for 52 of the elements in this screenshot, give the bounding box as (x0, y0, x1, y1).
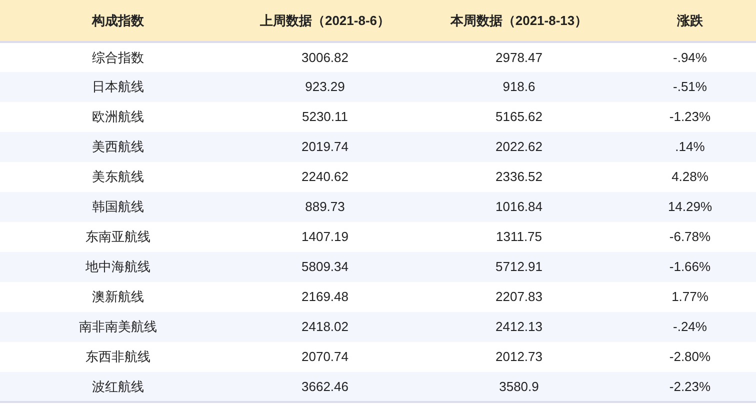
table-cell: 5712.91 (414, 252, 624, 282)
table-cell: -6.78% (624, 222, 756, 252)
column-header: 本周数据（2021-8-13） (414, 0, 624, 42)
table-cell: 1016.84 (414, 192, 624, 222)
table-cell: 2418.02 (236, 312, 414, 342)
table-cell: 1407.19 (236, 222, 414, 252)
table-cell: 南非南美航线 (0, 312, 236, 342)
table-cell: 2169.48 (236, 282, 414, 312)
table-cell: 889.73 (236, 192, 414, 222)
table-cell: 5230.11 (236, 102, 414, 132)
table-cell: 918.6 (414, 72, 624, 102)
table-cell: 波红航线 (0, 372, 236, 402)
table-cell: 澳新航线 (0, 282, 236, 312)
table-cell: 美西航线 (0, 132, 236, 162)
table-cell: -1.66% (624, 252, 756, 282)
table-cell: 2240.62 (236, 162, 414, 192)
table-cell: 1311.75 (414, 222, 624, 252)
table-cell: 4.28% (624, 162, 756, 192)
table-cell: -.94% (624, 42, 756, 72)
table-cell: 2207.83 (414, 282, 624, 312)
table-cell: 韩国航线 (0, 192, 236, 222)
table-cell: -1.23% (624, 102, 756, 132)
table-cell: 2412.13 (414, 312, 624, 342)
table-cell: 14.29% (624, 192, 756, 222)
table-cell: 5809.34 (236, 252, 414, 282)
table-cell: 2022.62 (414, 132, 624, 162)
table-cell: 5165.62 (414, 102, 624, 132)
table-cell: 地中海航线 (0, 252, 236, 282)
table-cell: 2070.74 (236, 342, 414, 372)
table-cell: 东西非航线 (0, 342, 236, 372)
table-cell: 日本航线 (0, 72, 236, 102)
table-cell: -.51% (624, 72, 756, 102)
table-cell: 2012.73 (414, 342, 624, 372)
column-header: 上周数据（2021-8-6） (236, 0, 414, 42)
table-cell: 923.29 (236, 72, 414, 102)
table-cell: 3662.46 (236, 372, 414, 402)
table-cell: -2.80% (624, 342, 756, 372)
table-cell: -.24% (624, 312, 756, 342)
column-header: 构成指数 (0, 0, 236, 42)
table-cell: 美东航线 (0, 162, 236, 192)
table-cell: 东南亚航线 (0, 222, 236, 252)
table-cell: .14% (624, 132, 756, 162)
table-cell: 欧洲航线 (0, 102, 236, 132)
table-cell: 1.77% (624, 282, 756, 312)
column-header: 涨跌 (624, 0, 756, 42)
table-cell: 3006.82 (236, 42, 414, 72)
table-cell: 3580.9 (414, 372, 624, 402)
table-cell: -2.23% (624, 372, 756, 402)
table-cell: 2336.52 (414, 162, 624, 192)
table-cell: 综合指数 (0, 42, 236, 72)
table-cell: 2978.47 (414, 42, 624, 72)
table-cell: 2019.74 (236, 132, 414, 162)
